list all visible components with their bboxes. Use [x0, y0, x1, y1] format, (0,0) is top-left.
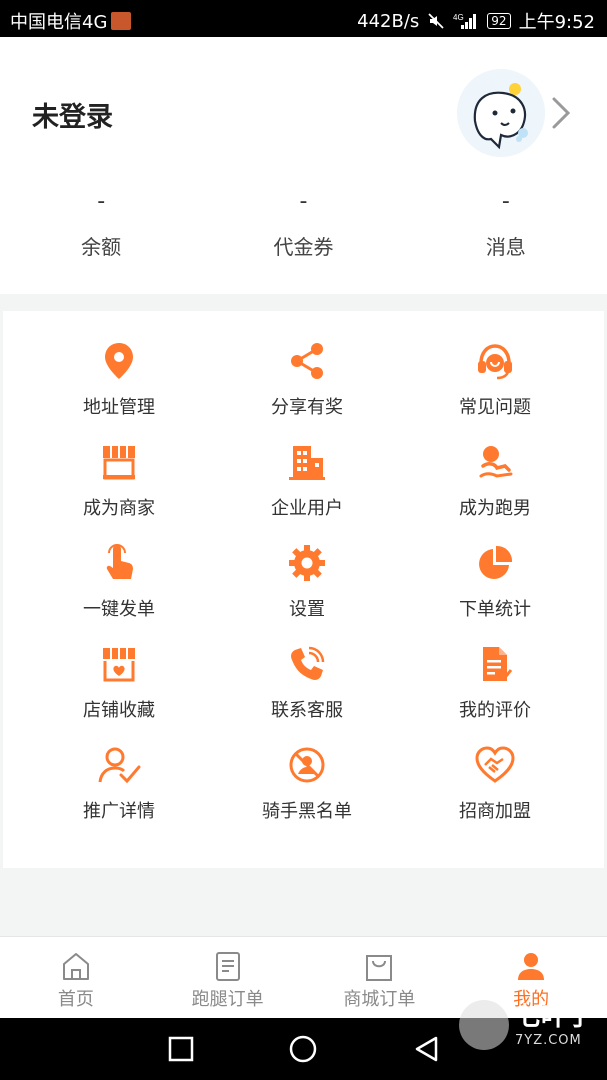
- menu-item-customer-service[interactable]: 联系客服: [213, 642, 401, 743]
- menu-item-quick-order[interactable]: 一键发单: [25, 541, 213, 642]
- phone-icon: [285, 642, 329, 686]
- building-icon: [285, 440, 329, 484]
- profile-header: 未登录 - 余额 - 代金券 - 消息: [0, 37, 607, 294]
- menu-item-share[interactable]: 分享有奖: [213, 339, 401, 440]
- menu-item-my-reviews[interactable]: 我的评价: [401, 642, 589, 743]
- back-icon[interactable]: [412, 1034, 442, 1064]
- gear-icon: [285, 541, 329, 585]
- home-icon: [59, 949, 93, 983]
- watermark-text: 七叶子 7YZ.COM: [515, 1004, 593, 1047]
- order-list-icon: [211, 949, 245, 983]
- battery-level: 92: [491, 14, 507, 28]
- battery-icon: 92: [487, 13, 511, 29]
- tap-finger-icon: [97, 541, 141, 585]
- menu-item-label: 成为商家: [83, 498, 155, 519]
- menu-item-label: 常见问题: [459, 397, 531, 418]
- menu-item-label: 店铺收藏: [83, 700, 155, 721]
- feature-grid-card: 地址管理 分享有奖 常见问题 成为商家 企业用户 成为跑男 一键发单 设置 下单…: [3, 311, 604, 868]
- stat-value: -: [501, 189, 510, 214]
- menu-item-label: 地址管理: [83, 397, 155, 418]
- network-speed: 442B/s: [357, 10, 420, 32]
- mute-icon: [427, 12, 445, 30]
- shopping-bag-icon: [362, 949, 396, 983]
- menu-item-label: 联系客服: [271, 700, 343, 721]
- watermark-name: 七叶子: [514, 1001, 593, 1032]
- feature-grid: 地址管理 分享有奖 常见问题 成为商家 企业用户 成为跑男 一键发单 设置 下单…: [25, 339, 589, 844]
- location-pin-icon: [97, 339, 141, 383]
- stat-label: 代金券: [273, 235, 334, 259]
- stat-vouchers[interactable]: - 代金券: [202, 187, 404, 260]
- watermark: 七叶子 7YZ.COM: [458, 1000, 593, 1050]
- runner-icon: [473, 440, 517, 484]
- menu-item-rider-blacklist[interactable]: 骑手黑名单: [213, 743, 401, 844]
- clock: 上午9:52: [518, 12, 595, 33]
- watermark-domain: 7YZ.COM: [514, 1032, 582, 1048]
- recents-icon[interactable]: [166, 1034, 196, 1064]
- stat-messages[interactable]: - 消息: [405, 187, 607, 260]
- menu-item-label: 我的评价: [459, 700, 531, 721]
- menu-item-become-runner[interactable]: 成为跑男: [401, 440, 589, 541]
- account-stats: - 余额 - 代金券 - 消息: [0, 187, 607, 260]
- menu-item-label: 一键发单: [83, 599, 155, 620]
- share-icon: [285, 339, 329, 383]
- menu-item-label: 设置: [289, 599, 325, 620]
- avatar[interactable]: [457, 69, 545, 157]
- pie-chart-icon: [473, 541, 517, 585]
- status-bar: 中国电信4G 442B/s 4G 92 上午9:52: [0, 0, 607, 37]
- tab-label: 首页: [57, 989, 94, 1010]
- user-icon: [514, 949, 548, 983]
- storefront-icon: [97, 440, 141, 484]
- headset-icon: [473, 339, 517, 383]
- blocked-user-icon: [285, 743, 329, 787]
- network-type: 4G: [453, 13, 464, 22]
- menu-item-become-merchant[interactable]: 成为商家: [25, 440, 213, 541]
- stat-label: 消息: [485, 235, 526, 259]
- menu-item-label: 成为跑男: [459, 498, 531, 519]
- handshake-heart-icon: [473, 743, 517, 787]
- home-circle-icon[interactable]: [288, 1034, 318, 1064]
- menu-item-faq[interactable]: 常见问题: [401, 339, 589, 440]
- tab-label: 商城订单: [343, 989, 416, 1010]
- menu-item-franchise[interactable]: 招商加盟: [401, 743, 589, 844]
- document-edit-icon: [473, 642, 517, 686]
- menu-item-label: 推广详情: [83, 801, 155, 822]
- user-check-icon: [97, 743, 141, 787]
- menu-item-favorite-shops[interactable]: 店铺收藏: [25, 642, 213, 743]
- menu-item-label: 骑手黑名单: [262, 801, 352, 822]
- stat-balance[interactable]: - 余额: [0, 187, 202, 260]
- signal-icon: 4G: [453, 12, 479, 30]
- sim-card-icon: [111, 12, 132, 30]
- shop-heart-icon: [97, 642, 141, 686]
- menu-item-address[interactable]: 地址管理: [25, 339, 213, 440]
- menu-item-label: 下单统计: [459, 599, 531, 620]
- menu-item-settings[interactable]: 设置: [213, 541, 401, 642]
- carrier-label: 中国电信4G: [10, 12, 108, 33]
- stat-label: 余额: [81, 235, 122, 259]
- menu-item-label: 企业用户: [271, 498, 343, 519]
- chevron-right-icon[interactable]: [548, 95, 574, 131]
- stat-value: -: [97, 189, 106, 214]
- tab-home[interactable]: 首页: [0, 937, 152, 1018]
- menu-item-enterprise[interactable]: 企业用户: [213, 440, 401, 541]
- tab-mall-orders[interactable]: 商城订单: [304, 937, 456, 1018]
- menu-item-label: 分享有奖: [271, 397, 343, 418]
- tab-errand-orders[interactable]: 跑腿订单: [152, 937, 304, 1018]
- menu-item-label: 招商加盟: [459, 801, 531, 822]
- menu-item-promotion[interactable]: 推广详情: [25, 743, 213, 844]
- leaf-logo-icon: [458, 1000, 509, 1050]
- stat-value: -: [299, 189, 308, 214]
- tab-label: 跑腿订单: [191, 989, 264, 1010]
- login-status[interactable]: 未登录: [32, 95, 113, 134]
- menu-item-order-stats[interactable]: 下单统计: [401, 541, 589, 642]
